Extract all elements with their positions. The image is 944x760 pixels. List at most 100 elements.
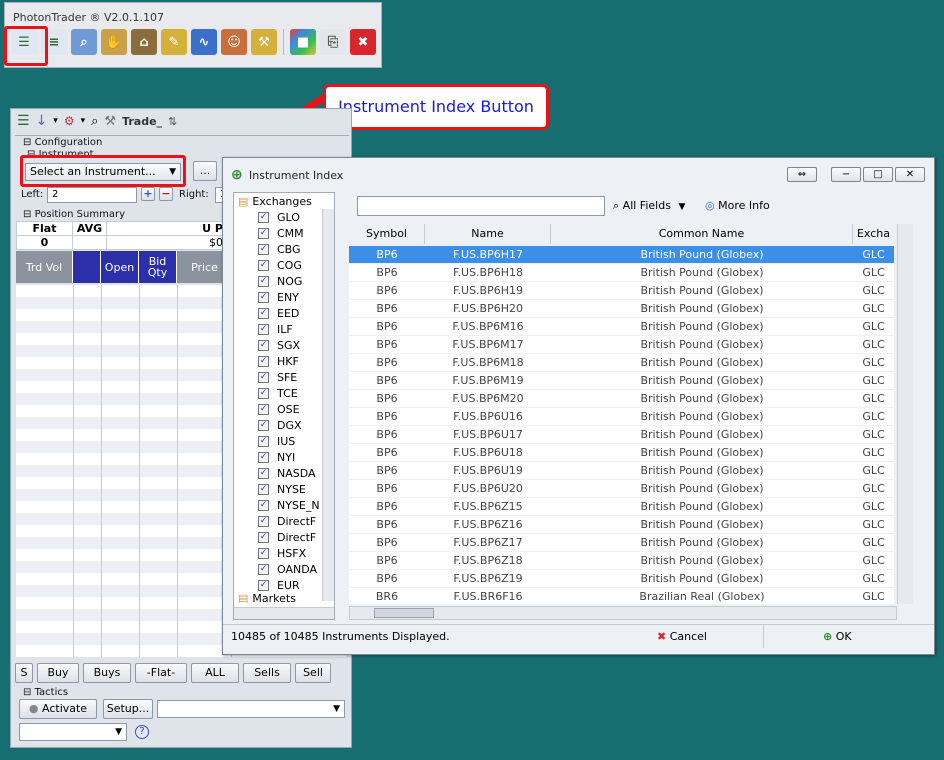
table-row[interactable]: BP6 F.US.BP6H20 British Pound (Globex) GLC <box>349 300 894 318</box>
sells-button[interactable]: Sells <box>243 663 291 683</box>
tree-scrollbar[interactable] <box>322 209 334 601</box>
tree-markets-node[interactable]: ▤ Markets <box>234 593 334 603</box>
exchange-item[interactable]: ✓ DirectF <box>234 513 334 529</box>
close-button[interactable]: ✕ <box>895 167 925 182</box>
table-row[interactable]: BP6 F.US.BP6U16 British Pound (Globex) GLC <box>349 408 894 426</box>
ladder-header-bid-qty[interactable]: Bid Qty <box>139 251 177 283</box>
table-row[interactable]: BP6 F.US.BP6M18 British Pound (Globex) GLC <box>349 354 894 372</box>
table-row[interactable]: BP6 F.US.BP6Z18 British Pound (Globex) GLC <box>349 552 894 570</box>
tactic-select[interactable]: ▼ <box>157 700 345 718</box>
more-info-button[interactable]: ◎ More Info <box>705 199 770 212</box>
table-row[interactable]: BP6 F.US.BP6Z16 British Pound (Globex) GLC <box>349 516 894 534</box>
checkbox[interactable]: ✓ <box>258 371 269 383</box>
checkbox[interactable]: ✓ <box>258 259 269 271</box>
exchange-item[interactable]: ✓ HKF <box>234 353 334 369</box>
minimize-button[interactable]: − <box>831 167 861 182</box>
checkbox[interactable]: ✓ <box>258 531 269 543</box>
checkbox[interactable]: ✓ <box>258 579 269 591</box>
grid-scrollbar[interactable] <box>897 224 913 604</box>
exchange-tree[interactable]: ▤ Exchanges ✓ GLO ✓ CMM ✓ CBG ✓ COG ✓ NOG ✓ ENY ✓ EED ✓… <box>233 192 335 620</box>
table-row[interactable]: BP6 F.US.BP6Z15 British Pound (Globex) GLC <box>349 498 894 516</box>
exchange-item[interactable]: ✓ OSE <box>234 401 334 417</box>
fields-filter[interactable]: ⌕ All Fields ▼ <box>613 199 685 213</box>
exchange-item[interactable]: ✓ IUS <box>234 433 334 449</box>
table-row[interactable]: BP6 F.US.BP6H17 British Pound (Globex) GLC <box>349 246 894 264</box>
tools-icon[interactable]: ⚒ <box>251 29 277 55</box>
table-row[interactable]: BP6 F.US.BP6H18 British Pound (Globex) GLC <box>349 264 894 282</box>
ladder-header-open[interactable]: Open <box>101 251 139 283</box>
ok-button[interactable]: ⊕ OK <box>823 630 852 643</box>
table-row[interactable]: BP6 F.US.BP6M17 British Pound (Globex) GLC <box>349 336 894 354</box>
search-input[interactable] <box>357 196 605 216</box>
col-symbol[interactable]: Symbol <box>349 224 425 244</box>
table-row[interactable]: BP6 F.US.BP6Z17 British Pound (Globex) GLC <box>349 534 894 552</box>
checkbox[interactable]: ✓ <box>258 515 269 527</box>
checkbox[interactable]: ✓ <box>258 307 269 319</box>
cancel-button[interactable]: ✖ Cancel <box>657 630 707 643</box>
checkbox[interactable]: ✓ <box>258 403 269 415</box>
col-name[interactable]: Name <box>425 224 551 244</box>
tab-trade[interactable]: Trade_ <box>122 115 162 128</box>
exchange-item[interactable]: ✓ CMM <box>234 225 334 241</box>
table-row[interactable]: BP6 F.US.BP6H19 British Pound (Globex) GLC <box>349 282 894 300</box>
exchange-item[interactable]: ✓ DirectF <box>234 529 334 545</box>
exchange-item[interactable]: ✓ ENY <box>234 289 334 305</box>
table-row[interactable]: BP6 F.US.BP6M16 British Pound (Globex) GLC <box>349 318 894 336</box>
checkbox[interactable]: ✓ <box>258 275 269 287</box>
checkbox[interactable]: ✓ <box>258 547 269 559</box>
checkbox[interactable]: ✓ <box>258 467 269 479</box>
swap-icon[interactable]: ⇔ <box>787 167 817 182</box>
buy-button[interactable]: Buy <box>37 663 79 683</box>
col-exchange[interactable]: Excha <box>853 224 894 244</box>
chevron-down-icon[interactable]: ▾ <box>81 116 86 126</box>
col-common-name[interactable]: Common Name <box>551 224 853 244</box>
tree-exchanges-node[interactable]: ▤ Exchanges <box>234 193 334 209</box>
instrument-icon[interactable]: ☰ <box>17 113 30 129</box>
checkbox[interactable]: ✓ <box>258 563 269 575</box>
checkbox[interactable]: ✓ <box>258 483 269 495</box>
exchange-item[interactable]: ✓ NOG <box>234 273 334 289</box>
checkbox[interactable]: ✓ <box>258 211 269 223</box>
tree-hscrollbar[interactable] <box>234 607 334 619</box>
bank-icon[interactable]: ⌂ <box>131 29 157 55</box>
sell-button[interactable]: Sell <box>295 663 331 683</box>
table-row[interactable]: BP6 F.US.BP6U19 British Pound (Globex) GLC <box>349 462 894 480</box>
exchange-item[interactable]: ✓ ILF <box>234 321 334 337</box>
checkbox[interactable]: ✓ <box>258 227 269 239</box>
exchange-item[interactable]: ✓ TCE <box>234 385 334 401</box>
ladder-header-trdvol[interactable]: Trd Vol <box>16 251 73 283</box>
minus-button[interactable]: − <box>159 187 173 201</box>
exchange-item[interactable]: ✓ HSFX <box>234 545 334 561</box>
checkbox[interactable]: ✓ <box>258 435 269 447</box>
tactic-sub-select[interactable]: ▼ <box>19 723 127 741</box>
buys-button[interactable]: Buys <box>83 663 131 683</box>
table-row[interactable]: BP6 F.US.BP6Z19 British Pound (Globex) GLC <box>349 570 894 588</box>
table-row[interactable]: BP6 F.US.BP6M19 British Pound (Globex) GLC <box>349 372 894 390</box>
table-row[interactable]: BP6 F.US.BP6U18 British Pound (Globex) GLC <box>349 444 894 462</box>
chart-icon[interactable]: ∿ <box>191 29 217 55</box>
s-button[interactable]: S <box>15 663 33 683</box>
pin-icon[interactable]: ↓ <box>36 113 48 129</box>
checkbox[interactable]: ✓ <box>258 451 269 463</box>
exchange-item[interactable]: ✓ EUR <box>234 577 334 593</box>
search-icon[interactable]: ⌕ <box>91 114 98 129</box>
ladder-header-blank[interactable] <box>73 251 101 283</box>
flat-button[interactable]: -Flat- <box>135 663 187 683</box>
exchange-item[interactable]: ✓ SGX <box>234 337 334 353</box>
handshake-icon[interactable]: ✋ <box>101 29 127 55</box>
left-field[interactable]: 2 <box>47 187 137 203</box>
exchange-item[interactable]: ✓ COG <box>234 257 334 273</box>
exchange-item[interactable]: ✓ SFE <box>234 369 334 385</box>
exchange-item[interactable]: ✓ DGX <box>234 417 334 433</box>
chevron-down-icon[interactable]: ▾ <box>53 116 58 126</box>
options-icon[interactable]: ⚙ <box>64 114 75 128</box>
help-icon[interactable]: ? <box>135 725 149 739</box>
setup-button[interactable]: Setup... <box>103 699 153 719</box>
activate-button[interactable]: ● Activate <box>19 699 97 719</box>
checkbox[interactable]: ✓ <box>258 323 269 335</box>
notes-icon[interactable]: ✎ <box>161 29 187 55</box>
maximize-button[interactable]: □ <box>863 167 893 182</box>
checkbox[interactable]: ✓ <box>258 291 269 303</box>
sort-icon[interactable]: ⇅ <box>168 115 177 128</box>
all-button[interactable]: ALL <box>191 663 239 683</box>
